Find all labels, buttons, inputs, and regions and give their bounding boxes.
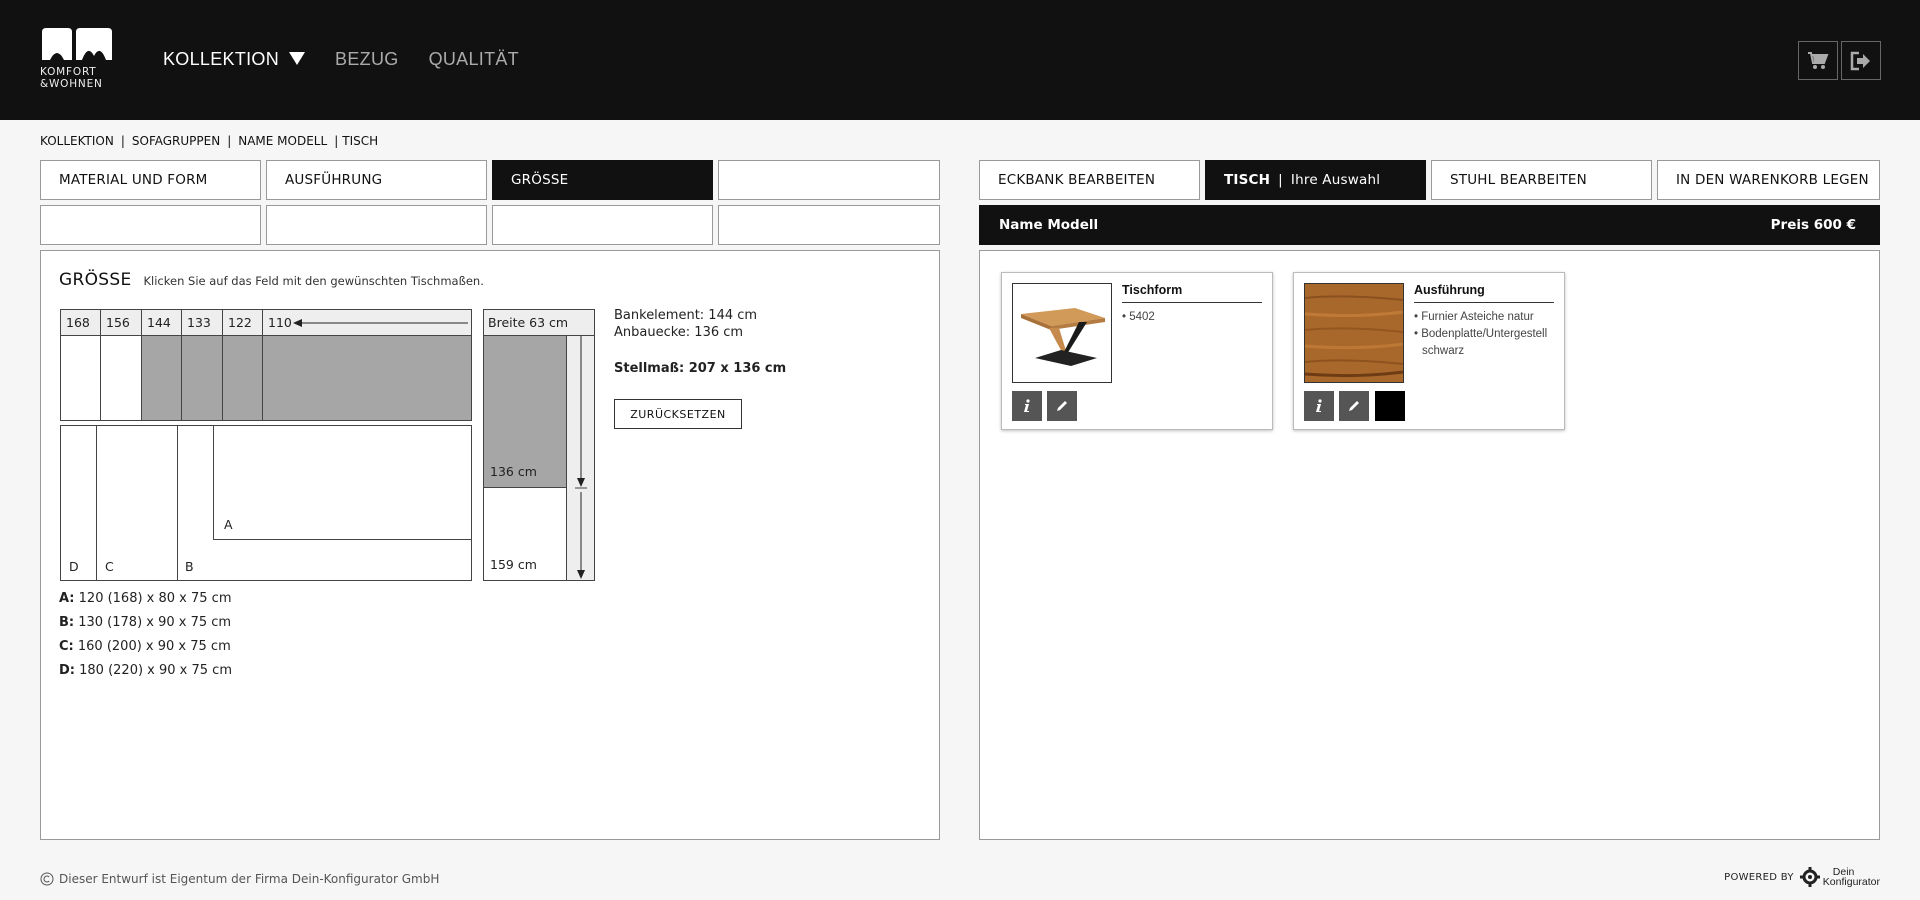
wood-finish-image <box>1304 283 1404 383</box>
tab-empty[interactable] <box>266 205 487 245</box>
table-zone-a[interactable]: A <box>213 425 472 540</box>
arrow-left-icon <box>293 319 468 327</box>
legend-row-a: A: 120 (168) x 80 x 75 cm <box>59 591 232 606</box>
size-title: GRÖSSE <box>59 270 132 290</box>
legend-row-c: C: 160 (200) x 90 x 75 cm <box>59 639 231 654</box>
tischform-title: Tischform <box>1122 283 1262 303</box>
gear-icon <box>1799 867 1820 887</box>
length-option-110[interactable]: 110 <box>262 309 472 336</box>
length-cell-156[interactable] <box>100 335 142 421</box>
bankelement-info: Bankelement: 144 cm <box>614 308 758 323</box>
main-nav: KOLLEKTION BEZUG QUALITÄT <box>163 49 549 70</box>
cart-icon <box>1808 51 1829 69</box>
brand-name: KOMFORT &WOHNEN <box>40 66 103 90</box>
length-option-168[interactable]: 168 <box>60 309 101 336</box>
add-to-cart-tab[interactable]: IN DEN WARENKORB LEGEN <box>1657 160 1880 200</box>
copyright-notice: Dieser Entwurf ist Eigentum der Firma De… <box>40 872 439 886</box>
tischform-details: • 5402 <box>1122 311 1155 323</box>
nav-item-qualitaet[interactable]: QUALITÄT <box>429 49 519 70</box>
tab-empty[interactable] <box>40 205 261 245</box>
brand-logo[interactable]: KOMFORT &WOHNEN <box>40 26 114 96</box>
table-shape-thumbnail <box>1021 308 1105 366</box>
tab-empty[interactable] <box>718 205 940 245</box>
length-cell-122[interactable] <box>222 335 263 421</box>
powered-by[interactable]: POWERED BY Dein Konfigurator <box>1724 866 1880 888</box>
tab-stuhl-bearbeiten[interactable]: STUHL BEARBEITEN <box>1431 160 1652 200</box>
nav-item-kollektion[interactable]: KOLLEKTION <box>163 49 306 70</box>
info-icon <box>1316 399 1322 412</box>
ausfuehrung-details: • Furnier Asteiche natur • Bodenplatte/U… <box>1414 311 1548 357</box>
stellmass-info: Stellmaß: 207 x 136 cm <box>614 361 787 376</box>
length-option-144[interactable]: 144 <box>141 309 182 336</box>
tab-material-und-form[interactable]: MATERIAL UND FORM <box>40 160 261 200</box>
konfigurator-logo-text: Dein Konfigurator <box>1822 866 1880 888</box>
tab-groesse[interactable]: GRÖSSE <box>492 160 713 200</box>
ausfuehrung-title: Ausführung <box>1414 283 1554 303</box>
oak-texture-thumbnail <box>1305 284 1403 382</box>
nav-item-bezug[interactable]: BEZUG <box>335 49 399 70</box>
breadcrumb: KOLLEKTION | SOFAGRUPPEN | NAME MODELL | TISCH <box>40 134 379 148</box>
breadcrumb-item[interactable]: SOFAGRUPPEN <box>132 134 220 148</box>
ausfuehrung-card: Ausführung • Furnier Asteiche natur • Bo… <box>1293 272 1565 430</box>
cart-button[interactable] <box>1798 41 1838 80</box>
logout-button[interactable] <box>1841 41 1881 80</box>
table-shape-image <box>1012 283 1112 383</box>
corner-width-label: Breite 63 cm <box>483 309 595 336</box>
length-option-133[interactable]: 133 <box>181 309 223 336</box>
caret-down-icon <box>289 52 306 65</box>
tab-ausfuehrung[interactable]: AUSFÜHRUNG <box>266 160 487 200</box>
ausfuehrung-edit-button[interactable] <box>1339 391 1369 421</box>
model-bar: Name Modell Preis 600 € <box>979 205 1880 245</box>
legend-row-b: B: 130 (178) x 90 x 75 cm <box>59 615 232 630</box>
arrow-down-icon <box>575 336 587 579</box>
reset-button[interactable]: ZURÜCKSETZEN <box>614 399 742 429</box>
site-header: KOMFORT &WOHNEN KOLLEKTION BEZUG QUALITÄ… <box>0 0 1920 120</box>
logout-icon <box>1850 51 1870 70</box>
summary-panel: Tischform • 5402 Ausführung • Furnier As… <box>979 250 1880 840</box>
tab-tisch[interactable]: TISCH | Ihre Auswahl <box>1205 160 1426 200</box>
length-option-156[interactable]: 156 <box>100 309 142 336</box>
breadcrumb-item[interactable]: NAME MODELL <box>238 134 327 148</box>
anbauecke-info: Anbauecke: 136 cm <box>614 325 744 340</box>
tischform-edit-button[interactable] <box>1047 391 1077 421</box>
tischform-info-button[interactable] <box>1012 391 1042 421</box>
ausfuehrung-info-button[interactable] <box>1304 391 1334 421</box>
tab-empty[interactable] <box>492 205 713 245</box>
size-panel: GRÖSSE Klicken Sie auf das Feld mit den … <box>40 250 940 840</box>
info-icon <box>1024 399 1030 412</box>
breadcrumb-item[interactable]: KOLLEKTION <box>40 134 114 148</box>
size-hint: Klicken Sie auf das Feld mit den gewünsc… <box>143 274 484 288</box>
pencil-icon <box>1057 401 1067 411</box>
length-cell-168[interactable] <box>60 335 101 421</box>
color-swatch-black[interactable] <box>1375 391 1405 421</box>
model-name: Name Modell <box>999 217 1099 233</box>
legend-row-d: D: 180 (220) x 90 x 75 cm <box>59 663 232 678</box>
length-cell-110[interactable] <box>262 335 472 421</box>
length-option-122[interactable]: 122 <box>222 309 263 336</box>
breadcrumb-item[interactable]: TISCH <box>342 134 378 148</box>
length-cell-144[interactable] <box>141 335 182 421</box>
brand-logo-icon <box>42 28 112 60</box>
tischform-card: Tischform • 5402 <box>1001 272 1273 430</box>
depth-scale <box>566 335 595 581</box>
tab-eckbank-bearbeiten[interactable]: ECKBANK BEARBEITEN <box>979 160 1200 200</box>
length-cell-133[interactable] <box>181 335 223 421</box>
pencil-icon <box>1349 401 1359 411</box>
size-title-row: GRÖSSE Klicken Sie auf das Feld mit den … <box>59 270 484 290</box>
model-price: Preis 600 € <box>1770 217 1856 233</box>
copyright-icon <box>40 872 54 886</box>
tab-empty[interactable] <box>718 160 940 200</box>
